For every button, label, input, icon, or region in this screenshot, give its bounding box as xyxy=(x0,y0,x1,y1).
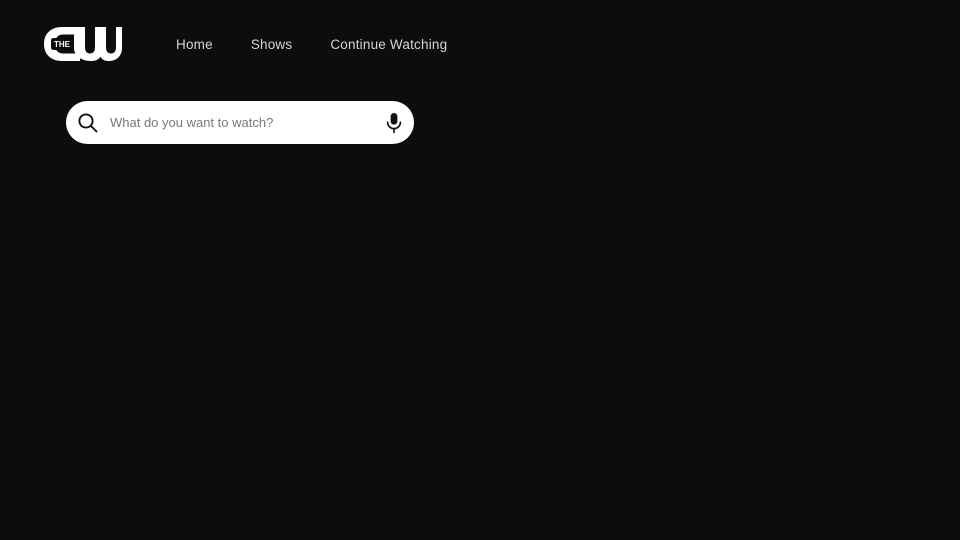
voice-search-button[interactable] xyxy=(383,111,405,135)
sidebar-item-continue-watching[interactable]: Continue Watching xyxy=(330,36,447,54)
microphone-icon xyxy=(386,113,402,134)
cw-logo[interactable]: THE xyxy=(44,27,122,61)
cw-app-screen: THE Home Shows Continue Watching xyxy=(0,0,960,540)
logo-the-text: THE xyxy=(54,40,71,49)
sidebar-item-shows[interactable]: Shows xyxy=(251,36,293,54)
app-header: THE Home Shows Continue Watching xyxy=(0,0,960,90)
search-input[interactable] xyxy=(110,101,378,144)
primary-nav: Home Shows Continue Watching xyxy=(176,36,447,54)
search-results-area xyxy=(0,160,960,540)
sidebar-item-home[interactable]: Home xyxy=(176,36,213,54)
